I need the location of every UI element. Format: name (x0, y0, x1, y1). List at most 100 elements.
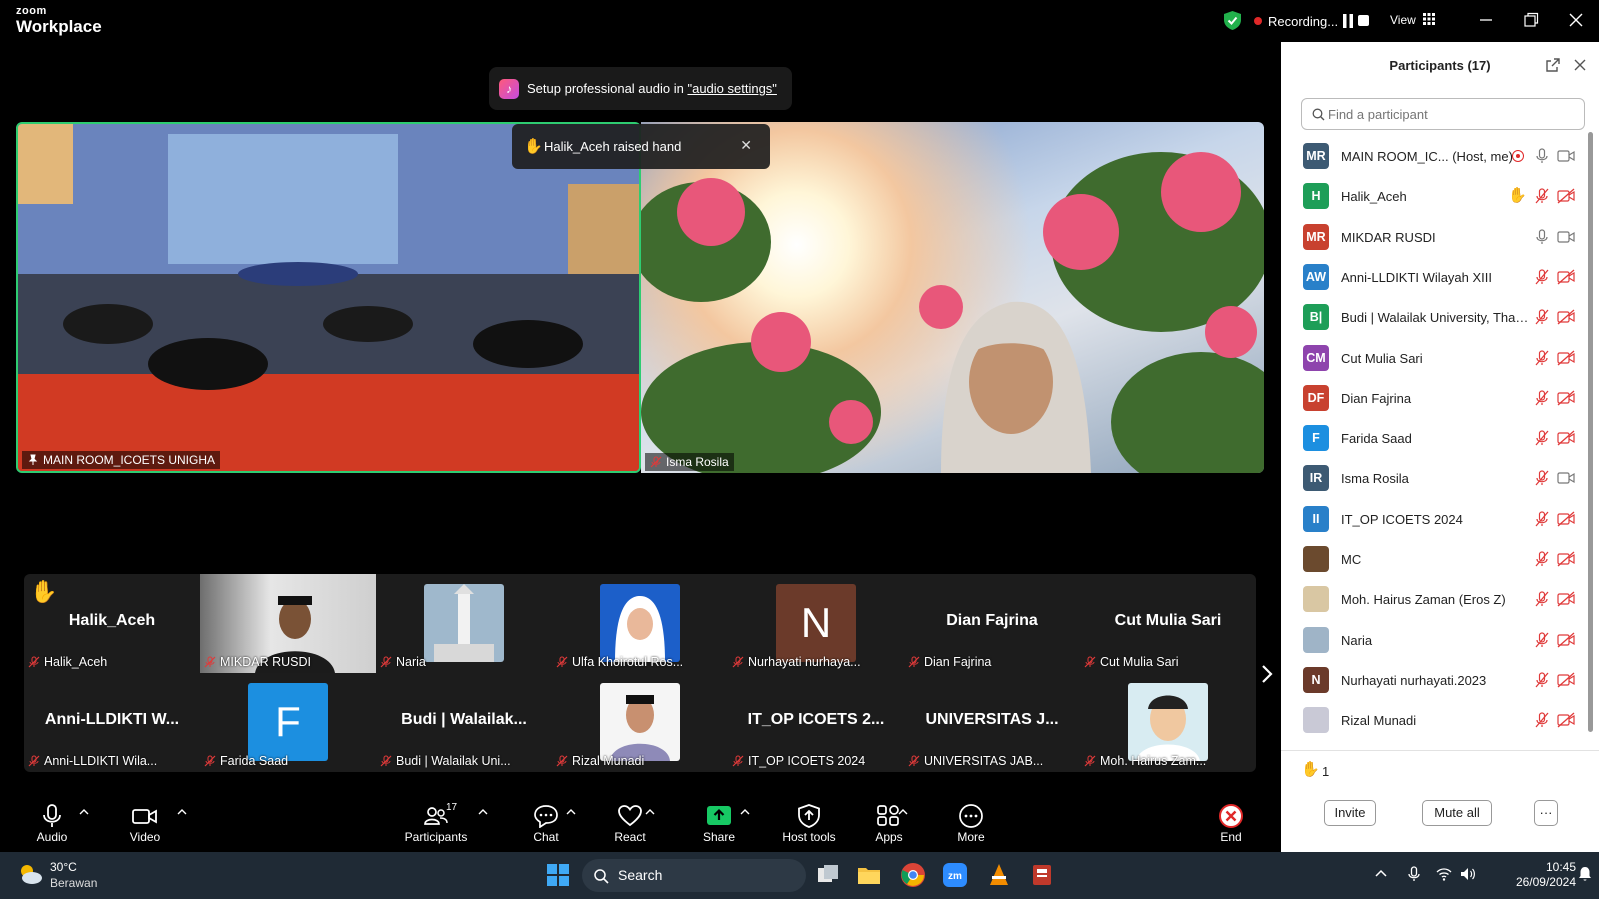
app-icon[interactable] (1030, 862, 1056, 888)
gallery-tile[interactable]: Anni-LLDIKTI W... Anni-LLDIKTI Wila... (24, 673, 200, 772)
participant-row[interactable]: Naria (1281, 620, 1589, 661)
camera-off-icon[interactable] (1557, 309, 1575, 325)
more-button[interactable]: More (931, 804, 1011, 844)
camera-off-icon[interactable] (1557, 269, 1575, 285)
share-options-caret-icon[interactable] (740, 808, 750, 816)
view-button[interactable]: View (1390, 13, 1416, 27)
mic-muted-icon[interactable] (1534, 349, 1550, 366)
mic-muted-icon[interactable] (1534, 470, 1550, 486)
vlc-icon[interactable] (986, 862, 1012, 888)
mic-muted-icon[interactable] (1534, 269, 1550, 285)
minimize-icon[interactable] (1476, 10, 1496, 30)
participants-options-caret-icon[interactable] (478, 808, 488, 816)
chrome-icon[interactable] (900, 862, 926, 888)
host-tools-button[interactable]: Host tools (769, 804, 849, 844)
encryption-shield-icon[interactable] (1224, 11, 1241, 30)
invite-button[interactable]: Invite (1324, 800, 1376, 826)
end-meeting-button[interactable]: End (1191, 804, 1271, 844)
next-page-chevron-icon[interactable] (1260, 663, 1274, 685)
participant-list-scrollbar[interactable] (1588, 132, 1593, 732)
pause-recording-icon[interactable] (1342, 14, 1354, 28)
camera-on-icon[interactable] (1557, 470, 1575, 486)
camera-on-icon[interactable] (1557, 229, 1575, 245)
camera-off-icon[interactable] (1557, 591, 1575, 607)
participant-row[interactable]: B| Budi | Walailak University, Thail... (1281, 297, 1589, 338)
gallery-tile[interactable]: Halik_Aceh ✋ Halik_Aceh (24, 574, 200, 673)
camera-off-icon[interactable] (1557, 511, 1575, 527)
apps-button[interactable]: Apps (849, 804, 929, 844)
notification-bell-icon[interactable] (1577, 866, 1593, 882)
participant-row[interactable]: MR MIKDAR RUSDI (1281, 217, 1589, 258)
gallery-tile[interactable]: Rizal Munadi (552, 673, 728, 772)
mic-muted-icon[interactable] (1534, 188, 1550, 204)
windows-start-icon[interactable] (545, 862, 571, 888)
participants-button[interactable]: 17 Participants (396, 802, 476, 844)
close-window-icon[interactable] (1566, 10, 1586, 30)
video-tile-isma-rosila[interactable]: Isma Rosila (641, 122, 1264, 473)
gallery-tile[interactable]: N Nurhayati nurhaya... (728, 574, 904, 673)
camera-off-icon[interactable] (1557, 632, 1575, 648)
participant-row[interactable]: F Farida Saad (1281, 418, 1589, 459)
react-button[interactable]: React (590, 804, 670, 844)
volume-icon[interactable] (1460, 866, 1476, 882)
mic-muted-icon[interactable] (1534, 712, 1550, 728)
gallery-tile[interactable]: MIKDAR RUSDI (200, 574, 376, 673)
gallery-tile[interactable]: Ulfa Khoirotul Ros... (552, 574, 728, 673)
participant-row[interactable]: Moh. Hairus Zaman (Eros Z) (1281, 579, 1589, 620)
pop-out-icon[interactable] (1545, 57, 1561, 73)
participant-row[interactable]: DF Dian Fajrina (1281, 378, 1589, 419)
audio-settings-link[interactable]: "audio settings" (687, 81, 776, 96)
gallery-tile[interactable]: F Farida Saad (200, 673, 376, 772)
taskbar-search[interactable]: Search (582, 859, 806, 892)
participant-row[interactable]: H Halik_Aceh ✋ (1281, 176, 1589, 217)
mic-muted-icon[interactable] (1534, 430, 1550, 446)
mic-muted-icon[interactable] (1534, 511, 1550, 527)
participant-row[interactable]: II IT_OP ICOETS 2024 (1281, 499, 1589, 540)
mic-muted-icon[interactable] (1534, 631, 1550, 648)
mic-muted-icon[interactable] (1534, 390, 1550, 406)
apps-options-caret-icon[interactable] (898, 808, 908, 816)
clock[interactable]: 10:45 26/09/2024 (1500, 860, 1576, 890)
show-hidden-icons-chevron[interactable] (1373, 866, 1389, 882)
gallery-tile[interactable]: UNIVERSITAS J... UNIVERSITAS JAB... (904, 673, 1080, 772)
mic-on-icon[interactable] (1534, 228, 1550, 245)
camera-off-icon[interactable] (1557, 672, 1575, 688)
mic-muted-icon[interactable] (1534, 591, 1550, 607)
file-explorer-icon[interactable] (856, 862, 882, 888)
participant-row[interactable]: MR MAIN ROOM_IC... (Host, me) (1281, 136, 1589, 177)
close-notification-icon[interactable]: ✕ (740, 137, 752, 154)
close-panel-icon[interactable] (1573, 58, 1587, 72)
gallery-tile[interactable]: Moh. Hairus Zam... (1080, 673, 1256, 772)
video-options-caret-icon[interactable] (177, 808, 187, 816)
camera-on-icon[interactable] (1557, 148, 1575, 164)
mic-muted-icon[interactable] (1534, 551, 1550, 567)
camera-off-icon[interactable] (1557, 350, 1575, 366)
camera-off-icon[interactable] (1557, 430, 1575, 446)
restore-icon[interactable] (1521, 10, 1541, 30)
camera-off-icon[interactable] (1557, 712, 1575, 728)
participant-row[interactable]: MC (1281, 539, 1589, 580)
participant-row[interactable]: AW Anni-LLDIKTI Wilayah XIII (1281, 257, 1589, 298)
cloudy-weather-icon[interactable] (16, 862, 44, 886)
video-tile-main-room[interactable]: MAIN ROOM_ICOETS UNIGHA (16, 122, 641, 473)
tray-microphone-icon[interactable] (1406, 866, 1422, 882)
participant-row[interactable]: IR Isma Rosila (1281, 458, 1589, 499)
wifi-icon[interactable] (1436, 866, 1452, 882)
audio-options-caret-icon[interactable] (79, 808, 89, 816)
participant-row[interactable]: Rizal Munadi (1281, 700, 1589, 741)
react-options-caret-icon[interactable] (645, 808, 655, 816)
participant-row[interactable]: CM Cut Mulia Sari (1281, 338, 1589, 379)
mute-all-button[interactable]: Mute all (1422, 800, 1492, 826)
video-button[interactable]: Video (105, 804, 185, 844)
gallery-tile[interactable]: Dian Fajrina Dian Fajrina (904, 574, 1080, 673)
camera-off-icon[interactable] (1557, 551, 1575, 567)
stop-recording-icon[interactable] (1358, 15, 1369, 26)
panel-more-button[interactable]: ··· (1534, 800, 1558, 826)
mic-on-icon[interactable] (1534, 148, 1550, 164)
zoom-taskbar-icon[interactable]: zm (942, 862, 968, 888)
chat-options-caret-icon[interactable] (566, 808, 576, 816)
task-view-icon[interactable] (815, 862, 841, 888)
camera-off-icon[interactable] (1557, 390, 1575, 406)
find-participant-input[interactable] (1301, 98, 1585, 130)
gallery-tile[interactable]: IT_OP ICOETS 2... IT_OP ICOETS 2024 (728, 673, 904, 772)
